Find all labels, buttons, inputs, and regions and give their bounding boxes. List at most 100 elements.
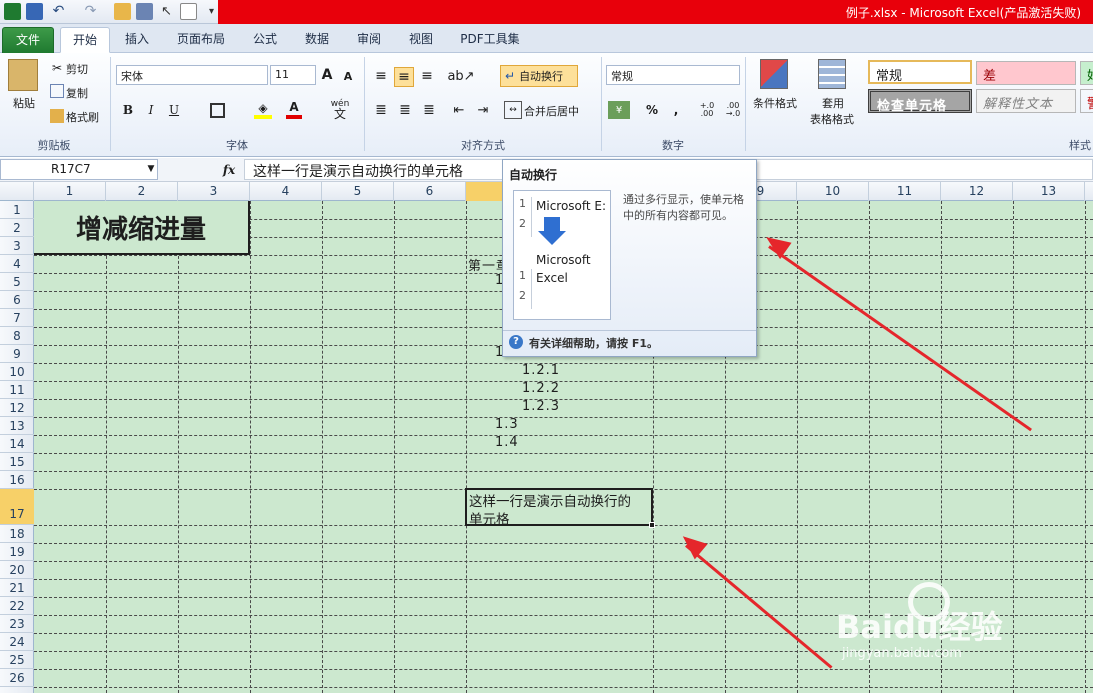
currency-icon[interactable]: ¥ bbox=[608, 101, 630, 119]
open-icon[interactable] bbox=[114, 3, 131, 20]
row-header[interactable]: 13 bbox=[0, 417, 34, 435]
pointer-icon[interactable]: ↖ bbox=[158, 3, 175, 20]
row-header[interactable]: 16 bbox=[0, 471, 34, 489]
row-header[interactable]: 23 bbox=[0, 615, 34, 633]
decrease-decimal-button[interactable]: .00 →.0 bbox=[722, 101, 744, 119]
font-color-icon[interactable]: A bbox=[286, 99, 302, 119]
row-header[interactable]: 18 bbox=[0, 525, 34, 543]
percent-button[interactable]: % bbox=[644, 101, 660, 119]
copy-icon[interactable] bbox=[50, 84, 64, 98]
row-header[interactable]: 17 bbox=[0, 489, 34, 525]
cut-button[interactable]: 剪切 bbox=[66, 61, 96, 77]
comma-button[interactable]: , bbox=[670, 101, 682, 119]
align-top-icon[interactable]: ≡ bbox=[372, 67, 390, 85]
new-doc-icon[interactable] bbox=[180, 3, 197, 20]
name-box[interactable]: R17C7 bbox=[0, 159, 158, 180]
row-header[interactable]: 8 bbox=[0, 327, 34, 345]
column-header[interactable]: 3 bbox=[178, 182, 250, 201]
bold-button[interactable]: B bbox=[120, 101, 136, 119]
tab-pdf-tools[interactable]: PDF工具集 bbox=[452, 28, 528, 53]
style-normal[interactable]: 常规 bbox=[868, 60, 972, 84]
shrink-font-icon[interactable]: A bbox=[342, 69, 354, 83]
align-bottom-icon[interactable]: ≡ bbox=[418, 67, 436, 85]
paste-icon[interactable] bbox=[8, 59, 38, 91]
row-header[interactable]: 2 bbox=[0, 219, 34, 237]
style-good[interactable]: 好 bbox=[1080, 61, 1093, 85]
row-header[interactable]: 5 bbox=[0, 273, 34, 291]
selected-wrapped-cell[interactable]: 这样一行是演示自动换行的 单元格 bbox=[465, 488, 655, 528]
border-icon[interactable] bbox=[210, 103, 225, 118]
row-header[interactable]: 12 bbox=[0, 399, 34, 417]
name-box-dropdown-icon[interactable]: ▼ bbox=[146, 162, 156, 176]
outline-item[interactable]: 1.4 bbox=[495, 435, 519, 450]
column-header[interactable]: 6 bbox=[394, 182, 466, 201]
column-header[interactable]: 10 bbox=[797, 182, 869, 201]
merge-icon[interactable]: ↔ bbox=[504, 101, 522, 119]
increase-indent-icon[interactable]: ⇥ bbox=[474, 101, 492, 119]
number-format-select[interactable]: 常规 bbox=[606, 65, 740, 85]
column-header[interactable]: 1 bbox=[34, 182, 106, 201]
row-header[interactable]: 6 bbox=[0, 291, 34, 309]
font-size-select[interactable]: 11 bbox=[270, 65, 316, 85]
tab-review[interactable]: 审阅 bbox=[348, 28, 390, 53]
tab-insert[interactable]: 插入 bbox=[116, 28, 158, 53]
align-center-icon[interactable]: ≣ bbox=[396, 101, 414, 119]
format-painter-icon[interactable] bbox=[50, 109, 64, 123]
tab-view[interactable]: 视图 bbox=[400, 28, 442, 53]
format-table-label-2[interactable]: 表格格式 bbox=[800, 111, 864, 127]
merge-center-button[interactable]: 合并后居中 bbox=[524, 103, 590, 119]
redo-icon[interactable]: ↷ bbox=[82, 3, 99, 20]
grow-font-icon[interactable]: A bbox=[320, 67, 334, 83]
outline-item[interactable]: 1.2.3 bbox=[522, 399, 560, 414]
row-header[interactable]: 11 bbox=[0, 381, 34, 399]
outline-item[interactable]: 1.2.1 bbox=[522, 363, 560, 378]
tab-formulas[interactable]: 公式 bbox=[244, 28, 286, 53]
conditional-format-icon[interactable] bbox=[760, 59, 788, 89]
row-header[interactable]: 3 bbox=[0, 237, 34, 255]
column-header[interactable]: 12 bbox=[941, 182, 1013, 201]
font-name-select[interactable]: 宋体 bbox=[116, 65, 268, 85]
row-header[interactable]: 15 bbox=[0, 453, 34, 471]
insert-function-button[interactable]: fx bbox=[220, 161, 238, 179]
align-right-icon[interactable]: ≣ bbox=[420, 101, 438, 119]
copy-button[interactable]: 复制 bbox=[66, 85, 96, 101]
format-table-label-1[interactable]: 套用 bbox=[808, 95, 858, 111]
fill-color-icon[interactable]: ◈ bbox=[254, 101, 272, 119]
underline-button[interactable]: U bbox=[166, 101, 182, 119]
tab-page-layout[interactable]: 页面布局 bbox=[168, 28, 234, 53]
row-header[interactable]: 7 bbox=[0, 309, 34, 327]
tab-file[interactable]: 文件 bbox=[2, 27, 54, 53]
row-header[interactable]: 24 bbox=[0, 633, 34, 651]
save-icon[interactable] bbox=[26, 3, 43, 20]
column-header[interactable]: 2 bbox=[106, 182, 178, 201]
decrease-indent-icon[interactable]: ⇤ bbox=[450, 101, 468, 119]
row-header[interactable]: 21 bbox=[0, 579, 34, 597]
style-explanatory[interactable]: 解释性文本 bbox=[976, 89, 1076, 113]
paste-button[interactable]: 粘贴 bbox=[4, 95, 44, 111]
format-painter-button[interactable]: 格式刷 bbox=[66, 109, 108, 125]
wrap-text-button[interactable]: ↵ 自动换行 bbox=[500, 65, 578, 87]
tab-data[interactable]: 数据 bbox=[296, 28, 338, 53]
outline-item[interactable]: 1.3 bbox=[495, 417, 519, 432]
undo-icon[interactable]: ↶ bbox=[50, 3, 67, 20]
row-header[interactable]: 26 bbox=[0, 669, 34, 687]
select-all-corner[interactable] bbox=[0, 182, 34, 201]
column-header[interactable]: 4 bbox=[250, 182, 322, 201]
row-header[interactable]: 1 bbox=[0, 201, 34, 219]
row-header[interactable]: 10 bbox=[0, 363, 34, 381]
align-middle-icon[interactable]: ≡ bbox=[394, 67, 414, 87]
tab-home[interactable]: 开始 bbox=[60, 27, 110, 53]
style-bad[interactable]: 差 bbox=[976, 61, 1076, 85]
cut-icon[interactable]: ✂ bbox=[50, 61, 64, 75]
row-header[interactable]: 14 bbox=[0, 435, 34, 453]
style-warning[interactable]: 警 bbox=[1080, 89, 1093, 113]
chart-icon[interactable] bbox=[136, 3, 153, 20]
fill-handle[interactable] bbox=[649, 522, 655, 528]
conditional-format-button[interactable]: 条件格式 bbox=[748, 95, 802, 111]
row-header[interactable]: 9 bbox=[0, 345, 34, 363]
outline-item[interactable]: 1.2.2 bbox=[522, 381, 560, 396]
format-table-icon[interactable] bbox=[818, 59, 846, 89]
row-header[interactable]: 22 bbox=[0, 597, 34, 615]
orientation-icon[interactable]: ab↗ bbox=[447, 67, 474, 85]
row-header[interactable]: 4 bbox=[0, 255, 34, 273]
